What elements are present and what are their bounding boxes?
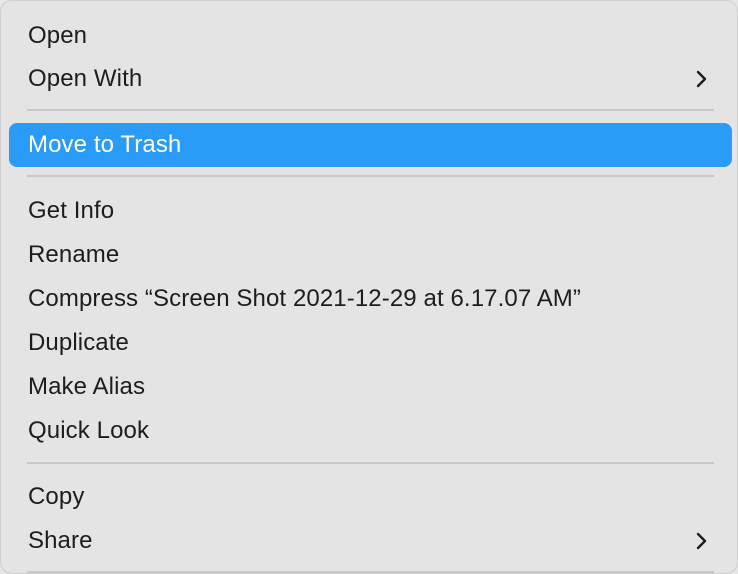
menu-item-label: Copy bbox=[28, 483, 85, 510]
menu-item-label: Quick Look bbox=[28, 417, 150, 444]
chevron-right-icon bbox=[696, 532, 707, 550]
menu-item-quick-look[interactable]: Quick Look bbox=[9, 409, 732, 453]
context-menu: Open Open With Move to Trash Get Info Re… bbox=[0, 0, 738, 574]
menu-separator bbox=[27, 462, 714, 464]
menu-item-label: Make Alias bbox=[28, 373, 146, 400]
menu-item-rename[interactable]: Rename bbox=[9, 233, 732, 277]
menu-item-label: Rename bbox=[28, 241, 120, 268]
menu-item-label: Open bbox=[28, 22, 88, 49]
menu-separator bbox=[27, 175, 714, 177]
menu-item-open[interactable]: Open bbox=[9, 14, 732, 58]
menu-separator bbox=[27, 571, 714, 573]
menu-item-move-to-trash[interactable]: Move to Trash bbox=[9, 123, 732, 167]
menu-item-label: Compress “Screen Shot 2021-12-29 at 6.17… bbox=[28, 285, 581, 312]
menu-item-label: Duplicate bbox=[28, 329, 129, 356]
menu-separator bbox=[27, 109, 714, 111]
chevron-right-icon bbox=[696, 70, 707, 88]
menu-item-share[interactable]: Share bbox=[9, 519, 732, 563]
menu-item-make-alias[interactable]: Make Alias bbox=[9, 365, 732, 409]
menu-item-label: Share bbox=[28, 527, 93, 554]
menu-item-duplicate[interactable]: Duplicate bbox=[9, 321, 732, 365]
menu-item-label: Get Info bbox=[28, 197, 115, 224]
menu-item-get-info[interactable]: Get Info bbox=[9, 189, 732, 233]
menu-item-label: Move to Trash bbox=[28, 131, 182, 158]
menu-item-copy[interactable]: Copy bbox=[9, 475, 732, 519]
menu-item-open-with[interactable]: Open With bbox=[9, 57, 732, 101]
menu-item-compress[interactable]: Compress “Screen Shot 2021-12-29 at 6.17… bbox=[9, 277, 732, 321]
menu-item-label: Open With bbox=[28, 65, 143, 92]
